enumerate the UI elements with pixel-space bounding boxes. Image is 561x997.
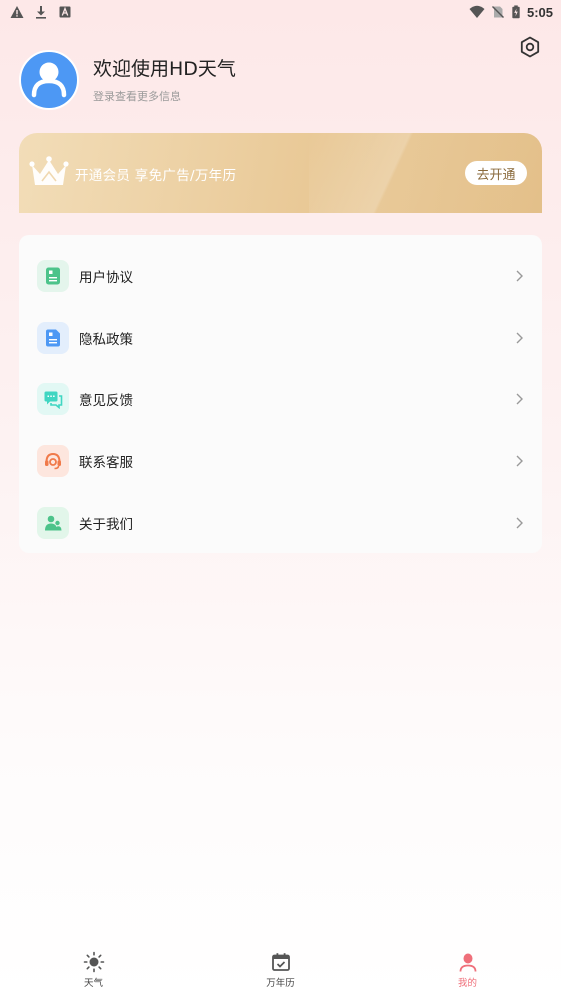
- vip-open-button[interactable]: 去开通: [465, 161, 527, 185]
- calendar-icon: [271, 953, 290, 971]
- bottom-nav: 天气 万年历 我的: [0, 945, 561, 997]
- status-left-icons: [10, 5, 72, 19]
- chevron-right-icon: [516, 270, 523, 282]
- headset-icon: [45, 453, 61, 470]
- user-icon: [459, 953, 476, 972]
- warning-icon: [10, 6, 24, 18]
- tab-label: 天气: [83, 978, 103, 989]
- chevron-right-icon: [516, 393, 523, 405]
- menu-label: 用户协议: [79, 269, 133, 286]
- privacy-document-icon: [46, 329, 60, 347]
- status-right-icons: 5:05: [469, 5, 553, 20]
- chevron-right-icon: [516, 517, 523, 529]
- menu-label: 意见反馈: [79, 393, 133, 410]
- crown-icon: [29, 156, 69, 185]
- menu-icon-container: [37, 321, 69, 354]
- menu-icon-container: [37, 445, 69, 478]
- menu-item-customer-service[interactable]: 联系客服: [19, 430, 542, 492]
- chevron-right-icon: [516, 332, 523, 344]
- chevron-right-icon: [516, 455, 523, 467]
- download-icon: [36, 6, 46, 19]
- welcome-title: 欢迎使用HD天气: [93, 57, 236, 80]
- menu-item-user-agreement[interactable]: 用户协议: [19, 245, 542, 307]
- tab-mine[interactable]: 我的: [374, 945, 561, 997]
- no-sim-icon: [491, 6, 504, 18]
- profile-header[interactable]: 欢迎使用HD天气 登录查看更多信息: [19, 50, 236, 110]
- menu-card: 用户协议 隐私政策 意见反馈 联系客服 关于我们: [19, 235, 542, 553]
- menu-icon-container: [37, 259, 69, 292]
- menu-item-about-us[interactable]: 关于我们: [19, 492, 542, 554]
- menu-label: 关于我们: [79, 517, 133, 534]
- profile-text: 欢迎使用HD天气 登录查看更多信息: [93, 57, 236, 104]
- login-hint[interactable]: 登录查看更多信息: [93, 88, 236, 104]
- avatar-person-icon: [31, 62, 67, 98]
- status-bar: 5:05: [0, 0, 561, 24]
- battery-icon: [512, 5, 520, 19]
- document-icon: [46, 267, 60, 285]
- people-icon: [45, 515, 62, 531]
- tab-label: 万年历: [266, 978, 295, 989]
- menu-label: 隐私政策: [79, 331, 133, 348]
- wifi-icon: [469, 5, 485, 18]
- tab-calendar[interactable]: 万年历: [187, 945, 374, 997]
- menu-item-privacy-policy[interactable]: 隐私政策: [19, 307, 542, 369]
- menu-item-feedback[interactable]: 意见反馈: [19, 369, 542, 431]
- feedback-chat-icon: [44, 391, 63, 410]
- a-icon: [59, 6, 71, 18]
- tab-label: 我的: [457, 978, 477, 989]
- menu-icon-container: [37, 507, 69, 540]
- vip-banner[interactable]: 开通会员 享免广告/万年历 去开通: [19, 133, 542, 213]
- vip-promo-text: 开通会员 享免广告/万年历: [75, 168, 237, 184]
- menu-icon-container: [37, 383, 69, 416]
- settings-hexagon-icon[interactable]: [518, 35, 542, 59]
- tab-weather[interactable]: 天气: [0, 945, 187, 997]
- sun-icon: [83, 951, 104, 973]
- avatar[interactable]: [19, 50, 79, 110]
- status-time: 5:05: [526, 4, 553, 20]
- menu-label: 联系客服: [79, 455, 133, 472]
